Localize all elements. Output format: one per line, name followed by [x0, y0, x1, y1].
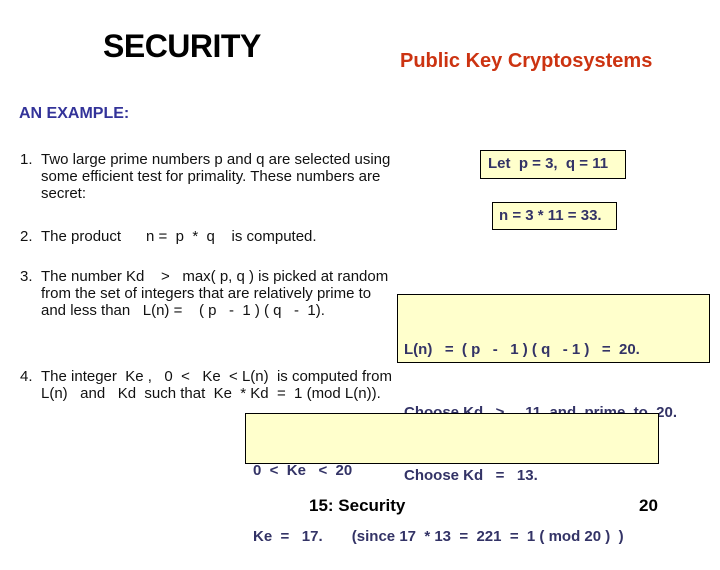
step-1-number: 1.	[20, 151, 33, 168]
callout-choose-kd: L(n) = ( p - 1 ) ( q - 1 ) = 20. Choose …	[397, 294, 710, 484]
callout-primes: Let p = 3, q = 11	[480, 150, 626, 179]
callout-product: n = 3 * 11 = 33.	[492, 202, 617, 230]
step-3-line-2: from the set of integers that are relati…	[41, 285, 372, 302]
page-number: 20	[639, 496, 658, 515]
step-3-number: 3.	[20, 268, 33, 285]
section-heading: AN EXAMPLE:	[19, 105, 130, 122]
callout-compute-ke: 0 < Ke < 20 Ke = 17. (since 17 * 13 = 22…	[245, 413, 659, 545]
step-3-line-1: The number Kd > max( p, q ) is picked at…	[41, 268, 389, 285]
step-3-line-3: and less than L(n) = ( p - 1 ) ( q - 1).	[41, 302, 325, 319]
callout-choose-kd-line-1: L(n) = ( p - 1 ) ( q - 1 ) = 20.	[404, 341, 640, 358]
footer-chapter: 15: Security	[309, 496, 406, 515]
slide-title: SECURITY	[103, 28, 261, 64]
step-4-number: 4.	[20, 368, 33, 385]
step-1-line-1: Two large prime numbers p and q are sele…	[41, 151, 391, 168]
step-4-line-1: The integer Ke , 0 < Ke < L(n) is comput…	[41, 368, 392, 385]
callout-compute-ke-line-1: 0 < Ke < 20	[253, 462, 353, 479]
step-2-number: 2.	[20, 228, 33, 245]
slide-subtitle: Public Key Cryptosystems	[400, 50, 653, 72]
step-4-line-2: L(n) and Kd such that Ke * Kd = 1 (mod L…	[41, 385, 381, 402]
callout-compute-ke-line-2: Ke = 17. (since 17 * 13 = 221 = 1 ( mod …	[253, 528, 624, 545]
step-1-line-2: some efficient test for primality. These…	[41, 168, 381, 185]
step-2-line-1: The product n = p * q is computed.	[41, 228, 317, 245]
step-1-line-3: secret:	[41, 185, 87, 202]
